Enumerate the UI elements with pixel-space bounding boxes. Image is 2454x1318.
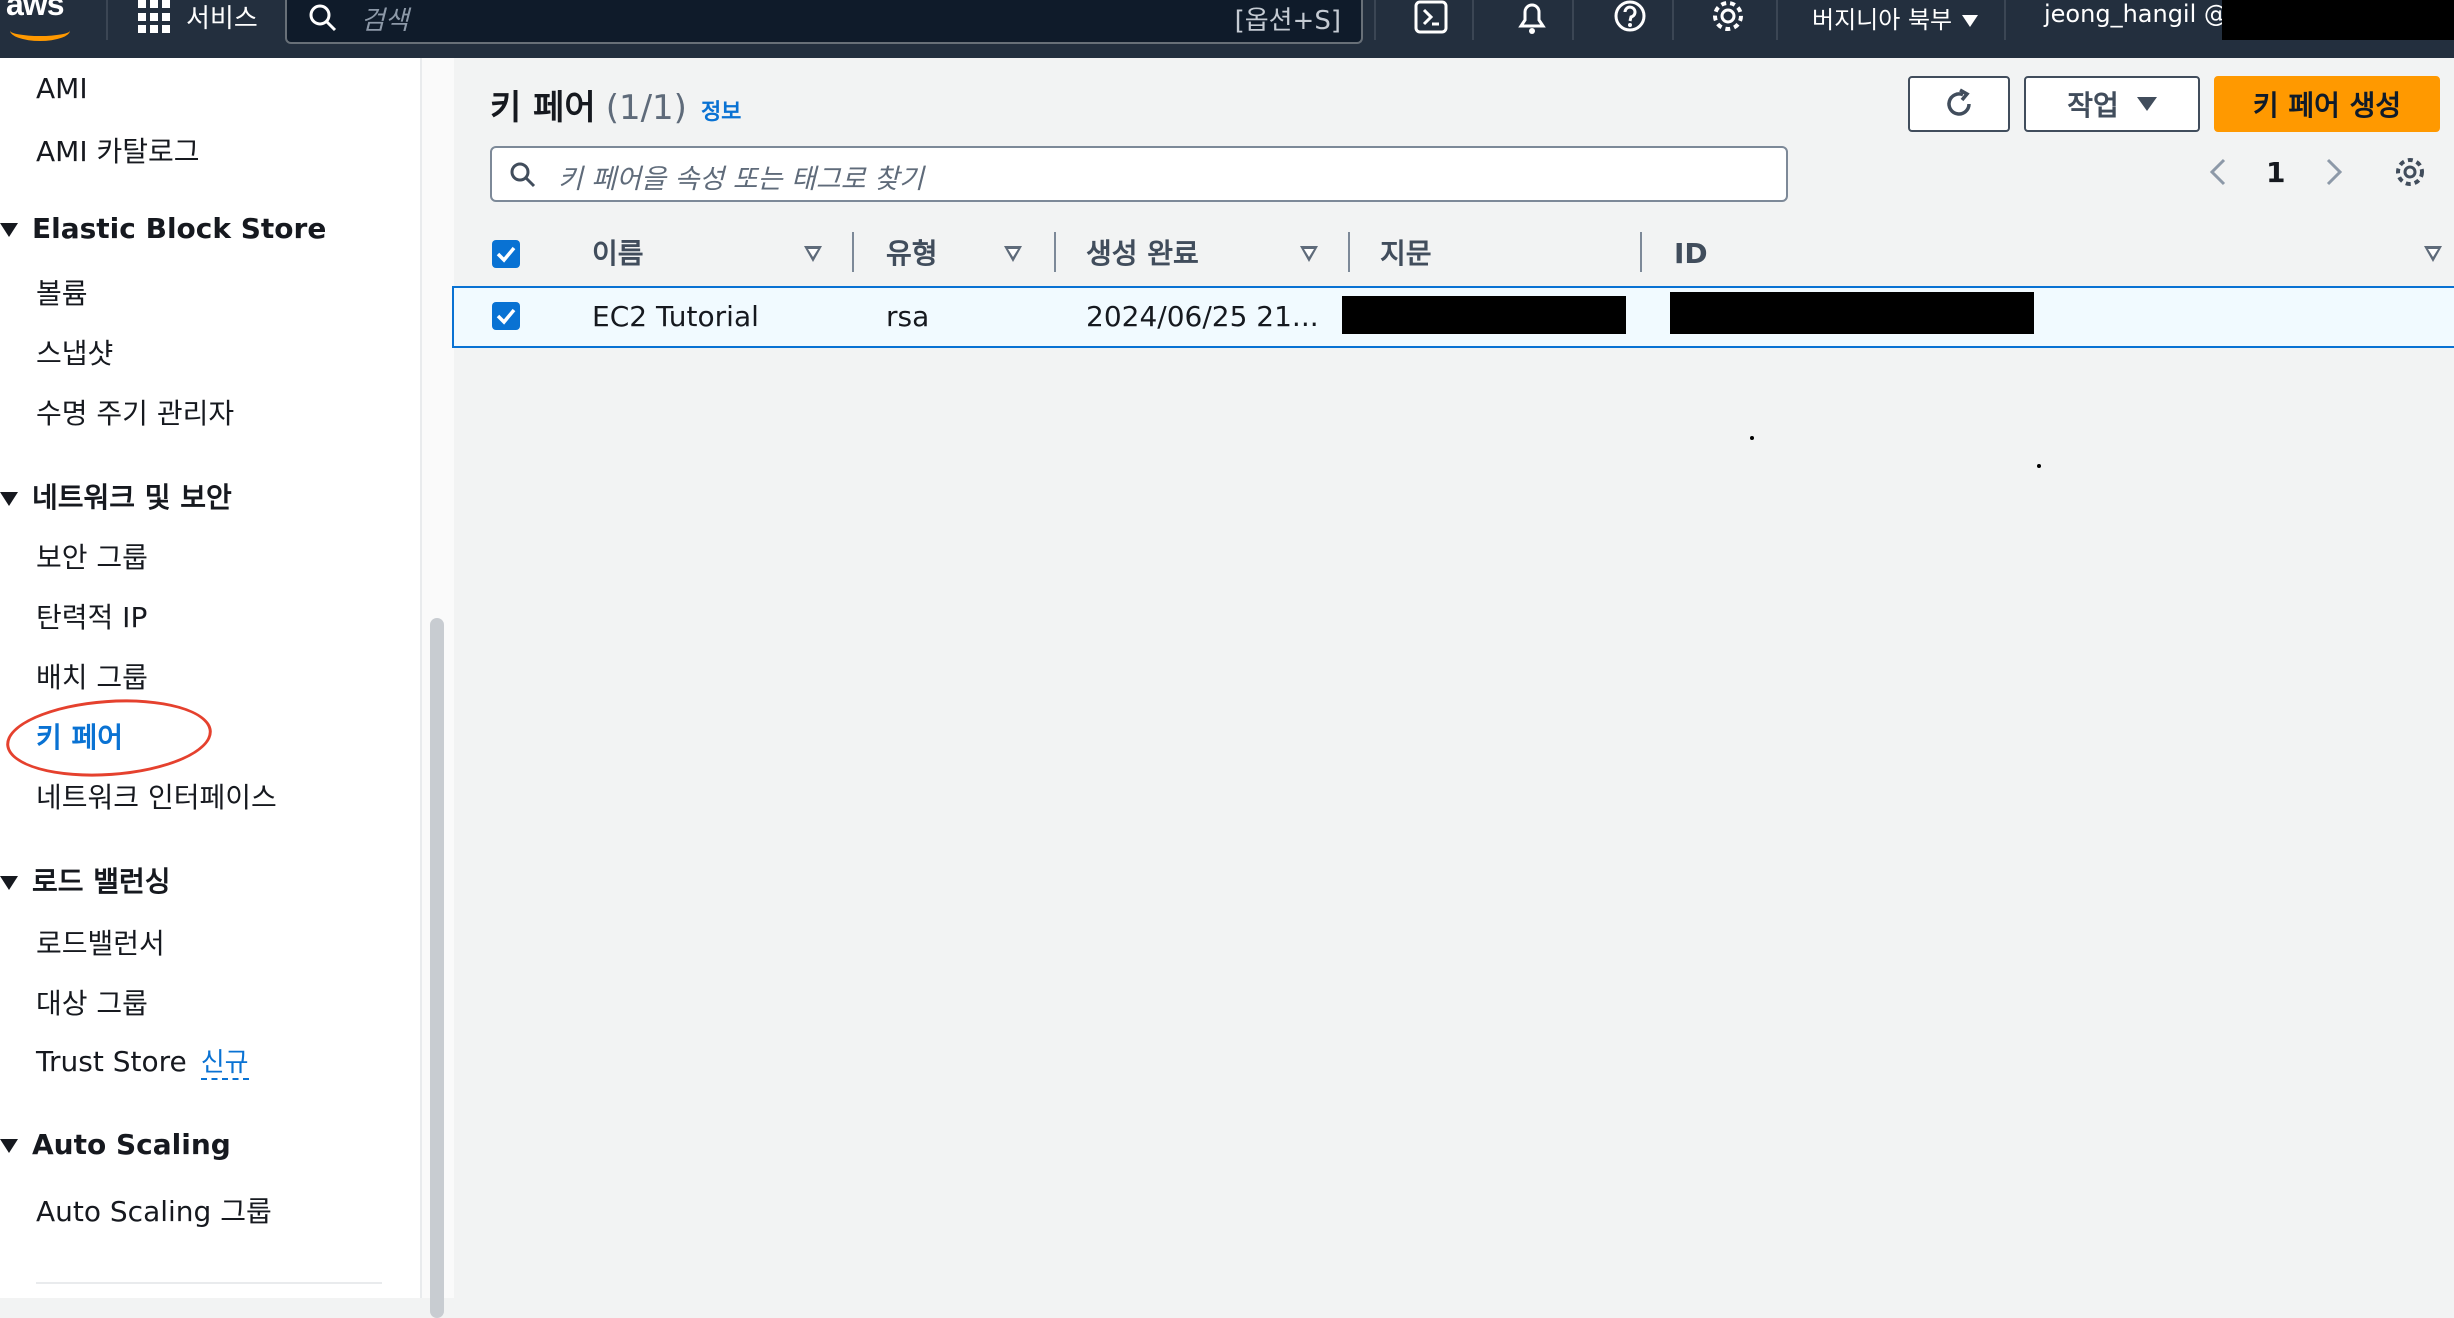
filter-input[interactable]: 키 페어을 속성 또는 태그로 찾기	[490, 146, 1788, 202]
nav-divider	[2004, 0, 2006, 40]
sidebar-item-lifecycle-manager[interactable]: 수명 주기 관리자	[36, 392, 234, 432]
notifications-bell-icon[interactable]	[1512, 0, 1552, 40]
chevron-right-icon[interactable]	[2318, 152, 2348, 192]
sidebar-section-auto-scaling[interactable]: Auto Scaling	[0, 1128, 231, 1161]
sidebar-item-label: Trust Store	[36, 1045, 187, 1078]
actions-dropdown-button[interactable]: 작업	[2024, 76, 2200, 132]
actions-label: 작업	[2067, 89, 2119, 122]
nav-divider	[1374, 0, 1376, 40]
column-header-id[interactable]: ID	[1674, 226, 1708, 286]
sidebar-item-auto-scaling-groups[interactable]: Auto Scaling 그룹	[36, 1190, 272, 1230]
caret-down-icon	[0, 1139, 18, 1153]
services-menu-label[interactable]: 서비스	[186, 0, 258, 35]
column-divider[interactable]	[1348, 232, 1350, 272]
aws-logo[interactable]: aws	[0, 0, 80, 41]
column-header-type[interactable]: 유형	[886, 226, 938, 286]
page-title: 키 페어 (1/1) 정보	[490, 80, 741, 129]
row-checkbox[interactable]	[492, 302, 520, 330]
cell-created: 2024/06/25 21...	[1086, 300, 1319, 333]
search-shortcut: [옵션+S]	[1234, 6, 1341, 36]
page-number[interactable]: 1	[2266, 156, 2285, 189]
column-header-name[interactable]: 이름	[592, 226, 644, 286]
scrollbar-thumb[interactable]	[430, 618, 444, 1318]
page-title-text: 키 페어	[490, 88, 596, 128]
nav-divider	[1572, 0, 1574, 40]
search-icon	[510, 162, 536, 188]
column-divider[interactable]	[852, 232, 854, 272]
sidebar-section-network-security[interactable]: 네트워크 및 보안	[0, 476, 232, 516]
redacted-key-id	[1670, 292, 2034, 334]
cell-type: rsa	[886, 300, 930, 333]
help-icon[interactable]	[1612, 0, 1652, 40]
column-divider[interactable]	[1640, 232, 1642, 272]
column-header-created[interactable]: 생성 완료	[1086, 226, 1199, 286]
sidebar-section-ebs[interactable]: Elastic Block Store	[0, 212, 326, 245]
search-icon	[309, 4, 337, 32]
select-all-checkbox[interactable]	[492, 240, 520, 268]
cloudshell-icon[interactable]	[1412, 0, 1452, 40]
caret-down-icon	[0, 876, 18, 890]
caret-down-icon	[0, 223, 18, 237]
region-label: 버지니아 북부	[1812, 6, 1953, 34]
stray-dot	[1750, 436, 1754, 440]
section-title: Auto Scaling	[32, 1128, 231, 1161]
sidebar-item-volumes[interactable]: 볼륨	[36, 272, 88, 312]
section-title: 로드 밸런싱	[32, 865, 171, 898]
redacted-fingerprint	[1342, 296, 1626, 334]
redacted-account-id	[2222, 0, 2454, 40]
sort-icon[interactable]	[1004, 246, 1022, 262]
sidebar-item-ami[interactable]: AMI	[36, 72, 88, 105]
section-title: 네트워크 및 보안	[32, 481, 232, 514]
stray-dot	[2037, 464, 2041, 468]
info-link[interactable]: 정보	[701, 100, 741, 125]
settings-gear-icon[interactable]	[1710, 0, 1750, 40]
nav-divider	[1672, 0, 1674, 40]
table-row[interactable]: EC2 Tutorial rsa 2024/06/25 21...	[452, 286, 2454, 348]
region-selector[interactable]: 버지니아 북부	[1812, 0, 1979, 35]
sidebar-item-network-interfaces[interactable]: 네트워크 인터페이스	[36, 776, 277, 816]
create-key-pair-button[interactable]: 키 페어 생성	[2214, 76, 2440, 132]
sidebar-item-trust-store[interactable]: Trust Store 신규	[36, 1042, 249, 1080]
sidebar-item-security-groups[interactable]: 보안 그룹	[36, 536, 148, 576]
check-icon	[496, 308, 516, 325]
sidebar-item-target-groups[interactable]: 대상 그룹	[36, 982, 148, 1022]
section-title: Elastic Block Store	[32, 212, 327, 245]
column-divider[interactable]	[1054, 232, 1056, 272]
check-icon	[496, 246, 516, 263]
filter-placeholder: 키 페어을 속성 또는 태그로 찾기	[558, 164, 924, 195]
sort-icon[interactable]	[1300, 246, 1318, 262]
preferences-gear-icon[interactable]	[2392, 154, 2428, 190]
nav-divider	[106, 0, 108, 40]
search-placeholder: 검색	[361, 6, 409, 36]
new-badge: 신규	[200, 1048, 249, 1080]
services-grid-icon[interactable]	[138, 0, 172, 34]
sidebar-divider	[36, 1282, 382, 1284]
global-search-input[interactable]: 검색 [옵션+S]	[285, 0, 1363, 44]
aws-logo-smile	[10, 20, 70, 41]
chevron-left-icon[interactable]	[2204, 152, 2234, 192]
refresh-button[interactable]	[1908, 76, 2010, 132]
top-navigation: aws 서비스 검색 [옵션+S] 버지니아 북부 jeong_hangil @	[0, 0, 2454, 58]
sidebar-item-placement-groups[interactable]: 배치 그룹	[36, 656, 148, 696]
caret-down-icon	[2136, 97, 2157, 111]
sidebar-item-load-balancers[interactable]: 로드밸런서	[36, 922, 165, 962]
column-header-fingerprint[interactable]: 지문	[1380, 226, 1432, 286]
sidebar-section-load-balancing[interactable]: 로드 밸런싱	[0, 860, 171, 900]
table-header: 이름 유형 생성 완료 지문 ID	[452, 226, 2454, 286]
sidebar-item-snapshots[interactable]: 스냅샷	[36, 332, 113, 372]
sidebar: AMI AMI 카탈로그 Elastic Block Store 볼륨 스냅샷 …	[0, 58, 420, 1298]
sidebar-item-ami-catalog[interactable]: AMI 카탈로그	[36, 130, 200, 170]
item-count: (1/1)	[605, 88, 687, 128]
caret-down-icon	[0, 492, 18, 506]
sort-icon[interactable]	[804, 246, 822, 262]
chevron-down-icon	[1962, 15, 1979, 27]
refresh-icon	[1947, 88, 1971, 116]
sidebar-scrollbar[interactable]	[420, 58, 454, 1318]
sidebar-item-elastic-ip[interactable]: 탄력적 IP	[36, 596, 147, 636]
sort-icon[interactable]	[2424, 246, 2442, 262]
nav-divider	[1776, 0, 1778, 40]
nav-divider	[1472, 0, 1474, 40]
account-menu[interactable]: jeong_hangil @	[2044, 0, 2228, 28]
cell-name[interactable]: EC2 Tutorial	[592, 300, 759, 333]
